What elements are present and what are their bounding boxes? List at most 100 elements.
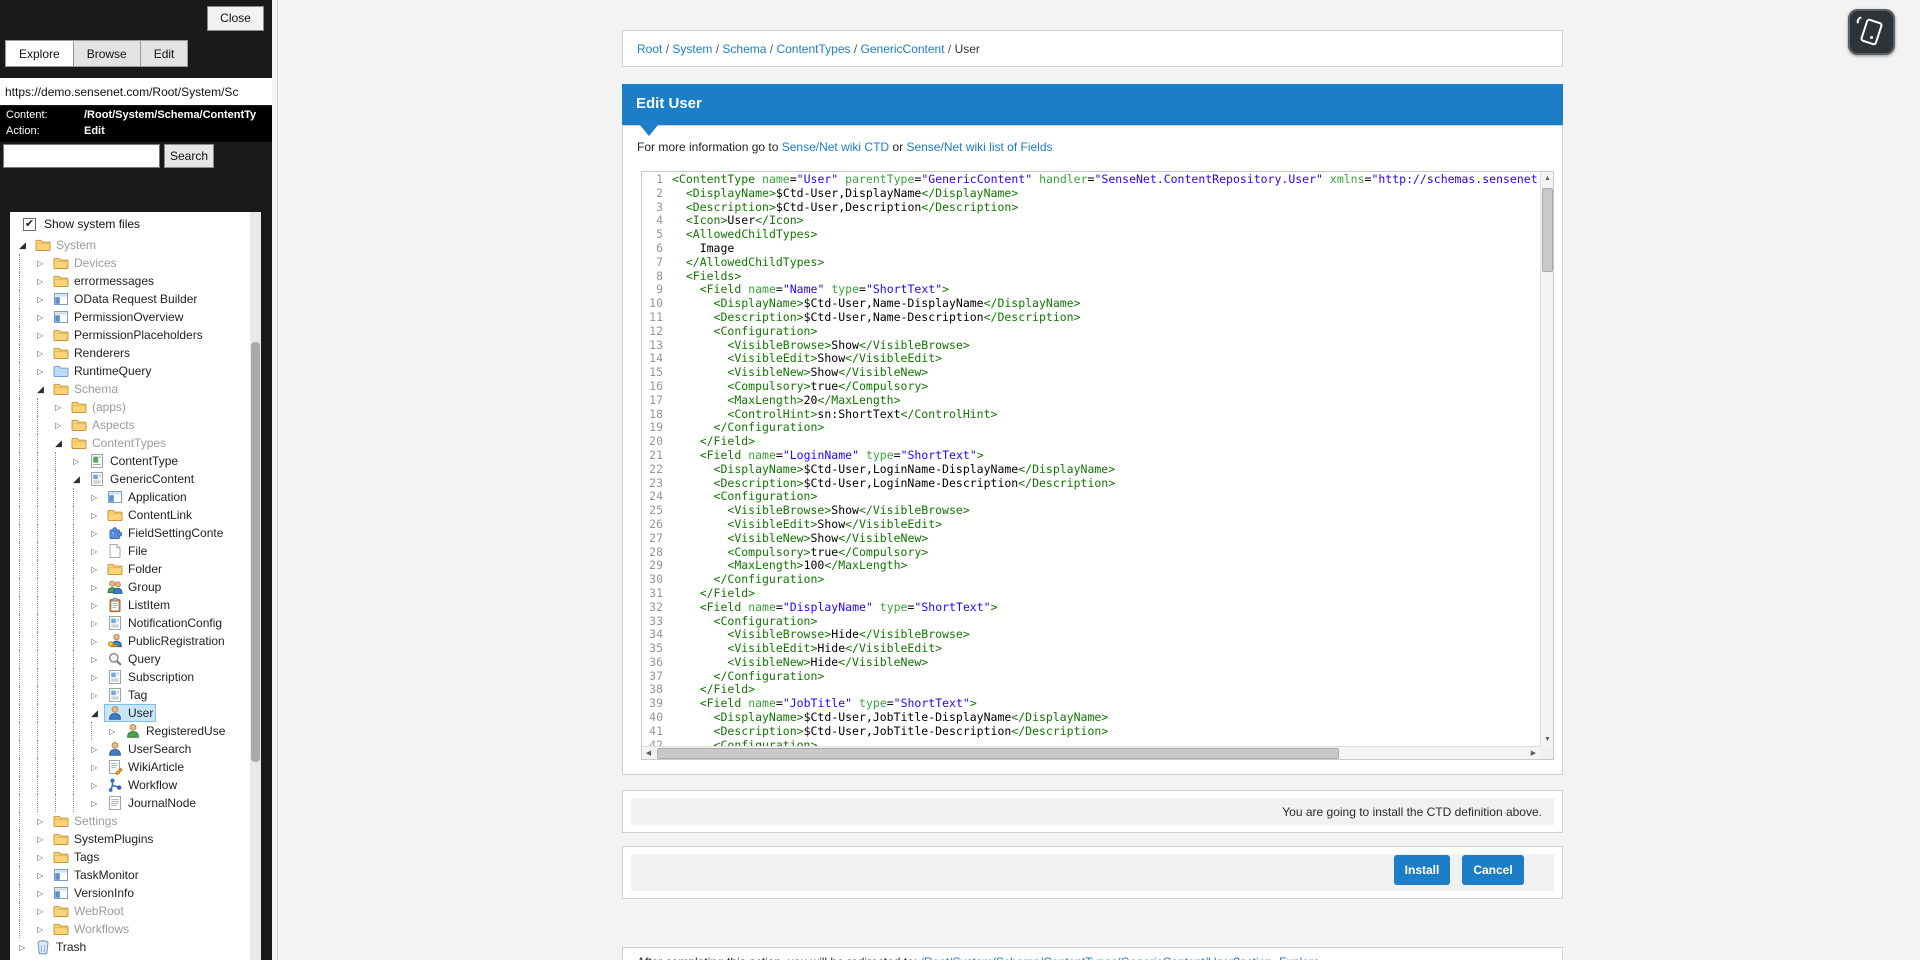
tree-item-hit[interactable]: RegisteredUse [123, 723, 227, 739]
tree-item-journalnode[interactable]: ▷ JournalNode [10, 794, 261, 812]
collapse-icon[interactable]: ◢ [19, 240, 33, 251]
expand-icon[interactable]: ▷ [91, 781, 105, 790]
tree-scrollbar[interactable] [250, 212, 261, 960]
editor-hscroll-thumb[interactable] [657, 748, 1340, 759]
tree-item-publicregistration[interactable]: ▷ PublicRegistration [10, 632, 261, 650]
tree-item-user[interactable]: ◢ User [10, 704, 261, 722]
expand-icon[interactable]: ▷ [91, 565, 105, 574]
tree-item-hit[interactable]: TaskMonitor [51, 867, 141, 883]
tree-item-workflows[interactable]: ▷ Workflows [10, 920, 261, 938]
tree-item-hit[interactable]: ContentTypes [69, 435, 168, 451]
tree-item-tags[interactable]: ▷ Tags [10, 848, 261, 866]
expand-icon[interactable]: ▷ [37, 835, 51, 844]
breadcrumb-link-schema[interactable]: Schema [722, 42, 766, 56]
tree-item-genericcontent[interactable]: ◢ GenericContent [10, 470, 261, 488]
tree-item-schema[interactable]: ◢ Schema [10, 380, 261, 398]
tree-item-hit[interactable]: PermissionOverview [51, 309, 185, 325]
breadcrumb-link-system[interactable]: System [672, 42, 712, 56]
expand-icon[interactable]: ▷ [37, 925, 51, 934]
expand-icon[interactable]: ▷ [37, 889, 51, 898]
tree-item-hit[interactable]: Renderers [51, 345, 132, 361]
show-system-files-checkbox[interactable]: ✔ [23, 217, 36, 231]
tree-item-hit[interactable]: UserSearch [105, 741, 193, 757]
breadcrumb-link-genericcontent[interactable]: GenericContent [861, 42, 945, 56]
tree-item-notificationconfig[interactable]: ▷ NotificationConfig [10, 614, 261, 632]
scroll-up-icon[interactable]: ▲ [1541, 172, 1553, 185]
expand-icon[interactable]: ▷ [37, 331, 51, 340]
editor-vertical-scrollbar[interactable]: ▲ ▼ [1540, 172, 1553, 746]
wiki-ctd-link[interactable]: Sense/Net wiki CTD [782, 140, 889, 154]
tree-item-yourcontents[interactable]: ▷YourContents [10, 956, 261, 960]
tree-item-usersearch[interactable]: ▷ UserSearch [10, 740, 261, 758]
tree-item--apps-[interactable]: ▷ (apps) [10, 398, 261, 416]
scroll-down-icon[interactable]: ▼ [1541, 733, 1553, 746]
expand-icon[interactable]: ▷ [55, 421, 69, 430]
tree-scrollbar-thumb[interactable] [251, 342, 260, 762]
expand-icon[interactable]: ▷ [91, 799, 105, 808]
tree-item-contenttype[interactable]: ▷ ContentType [10, 452, 261, 470]
expand-icon[interactable]: ▷ [109, 727, 123, 736]
tree-item-hit[interactable]: ListItem [105, 597, 172, 613]
tree-item-runtimequery[interactable]: ▷ RuntimeQuery [10, 362, 261, 380]
tree-item-tag[interactable]: ▷ Tag [10, 686, 261, 704]
tree-item-hit[interactable]: System [33, 237, 98, 253]
tree-item-devices[interactable]: ▷ Devices [10, 254, 261, 272]
tree-item-hit[interactable]: PublicRegistration [105, 633, 227, 649]
tree-item-renderers[interactable]: ▷ Renderers [10, 344, 261, 362]
tree-item-hit[interactable]: File [105, 543, 149, 559]
tree-item-taskmonitor[interactable]: ▷ TaskMonitor [10, 866, 261, 884]
search-button[interactable]: Search [164, 144, 214, 168]
tab-edit[interactable]: Edit [140, 40, 189, 67]
tree-item-odata-request-builder[interactable]: ▷ OData Request Builder [10, 290, 261, 308]
expand-icon[interactable]: ▷ [91, 619, 105, 628]
expand-icon[interactable]: ▷ [91, 511, 105, 520]
tree-item-hit[interactable]: RuntimeQuery [51, 363, 153, 379]
tree-item-group[interactable]: ▷ Group [10, 578, 261, 596]
tree-item-hit[interactable]: Devices [51, 255, 119, 271]
tree-item-hit[interactable]: Workflow [105, 777, 179, 793]
tree-item-hit[interactable]: WikiArticle [105, 759, 186, 775]
expand-icon[interactable]: ▷ [91, 637, 105, 646]
tree-item-hit[interactable]: Subscription [105, 669, 196, 685]
expand-icon[interactable]: ▷ [37, 853, 51, 862]
expand-icon[interactable]: ▷ [91, 583, 105, 592]
expand-icon[interactable]: ▷ [91, 547, 105, 556]
corner-badge[interactable] [1848, 9, 1895, 55]
editor-horizontal-scrollbar[interactable]: ◀ ▶ [642, 746, 1540, 759]
tree-item-registereduse[interactable]: ▷ RegisteredUse [10, 722, 261, 740]
tree-item-permissionplaceholders[interactable]: ▷ PermissionPlaceholders [10, 326, 261, 344]
editor-vscroll-thumb[interactable] [1542, 188, 1553, 272]
tree-item-hit[interactable]: Tags [51, 849, 101, 865]
expand-icon[interactable]: ▷ [19, 943, 33, 952]
redirect-link[interactable]: /Root/System/Schema/ContentTypes/Generic… [920, 955, 1319, 960]
breadcrumb-link-root[interactable]: Root [637, 42, 662, 56]
tree-item-hit[interactable]: (apps) [69, 399, 128, 415]
tree-item-hit[interactable]: Application [105, 489, 189, 505]
close-button[interactable]: Close [207, 6, 264, 31]
tree-item-system[interactable]: ◢ System [10, 236, 261, 254]
expand-icon[interactable]: ▷ [91, 673, 105, 682]
expand-icon[interactable]: ▷ [55, 403, 69, 412]
cancel-button[interactable]: Cancel [1462, 855, 1524, 885]
tree-item-query[interactable]: ▷ Query [10, 650, 261, 668]
scroll-right-icon[interactable]: ▶ [1527, 747, 1540, 759]
tree-item-hit[interactable]: JournalNode [105, 795, 198, 811]
expand-icon[interactable]: ▷ [37, 259, 51, 268]
collapse-icon[interactable]: ◢ [91, 708, 105, 719]
tab-explore[interactable]: Explore [5, 40, 74, 67]
tree-item-fieldsettingconte[interactable]: ▷ FieldSettingConte [10, 524, 261, 542]
tree-item-folder[interactable]: ▷ Folder [10, 560, 261, 578]
tree-item-file[interactable]: ▷ File [10, 542, 261, 560]
tree-item-hit[interactable]: Folder [105, 561, 164, 577]
ctd-code-editor[interactable]: 1 2 3 4 5 6 7 8 9 10 11 12 13 14 15 16 17 18 19 20 21 22 23 24 2… [641, 171, 1554, 760]
code-lines[interactable]: <ContentType name="User" parentType="Gen… [668, 173, 1540, 746]
tree-item-hit[interactable]: errormessages [51, 273, 156, 289]
expand-icon[interactable]: ▷ [91, 763, 105, 772]
tree-item-permissionoverview[interactable]: ▷ PermissionOverview [10, 308, 261, 326]
tree-item-application[interactable]: ▷ Application [10, 488, 261, 506]
tree-item-aspects[interactable]: ▷ Aspects [10, 416, 261, 434]
tree-item-hit[interactable]: GenericContent [87, 471, 196, 487]
breadcrumb-link-contenttypes[interactable]: ContentTypes [776, 42, 850, 56]
tree-item-hit[interactable]: NotificationConfig [105, 615, 224, 631]
url-input[interactable] [0, 78, 272, 105]
